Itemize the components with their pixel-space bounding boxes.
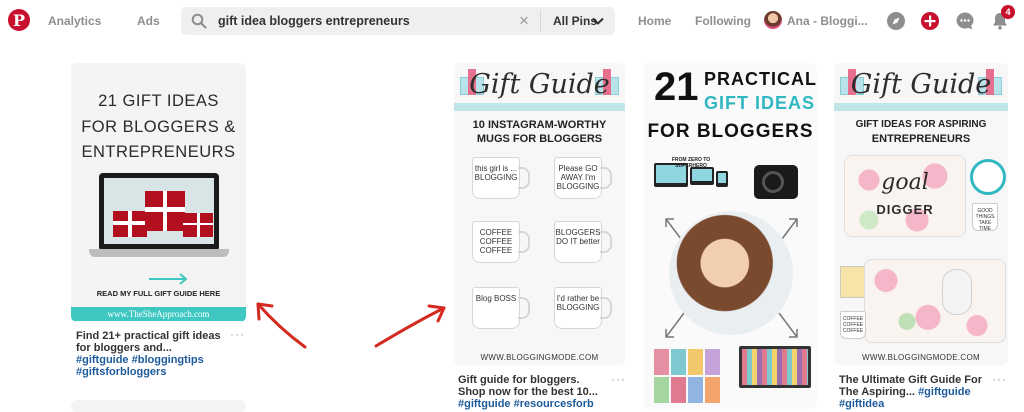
- pin-image-number: 21: [654, 65, 699, 109]
- pin-card-21-gift-ideas[interactable]: 21 GIFT IDEAS FOR BLOGGERS & ENTREPRENEU…: [71, 63, 246, 322]
- case-text: goal: [881, 170, 929, 195]
- course-label: FROM ZERO TO SUPERHERO: [671, 157, 711, 169]
- nav-home-link[interactable]: Home: [638, 14, 671, 28]
- planner-thumbnail: [671, 377, 686, 403]
- arrow-right-icon: [149, 273, 188, 285]
- pin-image-title-line: FOR BLOGGERS &: [81, 118, 236, 136]
- blogger-photo: [669, 211, 793, 335]
- more-options-icon[interactable]: ···: [611, 372, 626, 386]
- top-navigation-bar: P Analytics Ads gift idea bloggers entre…: [0, 0, 1024, 42]
- pin-hashtags[interactable]: #giftguide #resourcesforb: [458, 398, 594, 410]
- planner-thumbnail: [705, 377, 720, 403]
- pin-card-entrepreneur-gift-guide[interactable]: Gift Guide GIFT IDEAS FOR ASPIRING ENTRE…: [834, 63, 1008, 365]
- gift-guide-header: Gift Guide: [834, 63, 1008, 111]
- mug-image: this girl is ... BLOGGING: [472, 157, 530, 199]
- mug-image: GOOD THINGS TAKE TIME: [972, 203, 998, 232]
- more-options-icon[interactable]: ···: [992, 372, 1007, 386]
- gift-guide-script-title: Gift Guide: [850, 69, 992, 100]
- profile-name-link[interactable]: Ana - Bloggi...: [787, 14, 868, 28]
- mug-image: COFFEE COFFEE COFFEE: [840, 311, 866, 339]
- mouse-image: [942, 269, 972, 315]
- pin-description[interactable]: Find 21+ practical gift ideas for blogge…: [76, 330, 226, 378]
- notification-count-badge: 4: [1001, 5, 1015, 19]
- pin-card-partial[interactable]: [71, 400, 246, 412]
- red-arrow-annotation: [256, 302, 307, 349]
- gift-guide-header: Gift Guide: [454, 63, 625, 111]
- pin-image-title-line: 21 GIFT IDEAS: [98, 92, 219, 110]
- header-band: [834, 103, 1008, 111]
- pinterest-logo-icon[interactable]: P: [8, 9, 30, 31]
- chat-icon[interactable]: [955, 11, 975, 31]
- pin-image-subtitle: ENTREPRENEURS: [871, 133, 971, 145]
- planner-thumbnail: [688, 377, 703, 403]
- search-input[interactable]: gift idea bloggers entrepreneurs: [218, 14, 410, 28]
- planner-thumbnail: [671, 349, 686, 375]
- gift-guide-script-title: Gift Guide: [469, 69, 610, 100]
- pin-image-subtitle: GIFT IDEAS FOR ASPIRING: [855, 119, 987, 130]
- pin-description[interactable]: The Ultimate Gift Guide For The Aspiring…: [839, 374, 989, 410]
- pin-image-cta: READ MY FULL GIFT GUIDE HERE: [96, 289, 221, 298]
- tablet-image: [690, 167, 714, 185]
- planner-thumbnail: [688, 349, 703, 375]
- nav-ads-link[interactable]: Ads: [137, 14, 160, 28]
- laptop-case-image: goal DIGGER: [844, 155, 966, 237]
- divider: [540, 10, 541, 32]
- monitor-image: [739, 346, 811, 388]
- pin-image-title-line: GIFT IDEAS: [704, 93, 816, 113]
- search-icon: [191, 13, 207, 29]
- nav-following-link[interactable]: Following: [695, 14, 751, 28]
- gift-box-image: [145, 191, 185, 231]
- pin-description-text: Find 21+ practical gift ideas for blogge…: [76, 330, 221, 354]
- mug-image: BLOGGERS DO IT better: [554, 221, 612, 263]
- pin-hashtags[interactable]: #giftguide #bloggingtips #giftsforblogge…: [76, 354, 204, 378]
- pin-image-subtitle: 10 INSTAGRAM-WORTHY: [472, 119, 607, 131]
- planner-thumbnail: [654, 349, 669, 375]
- pin-card-mugs-gift-guide[interactable]: Gift Guide 10 INSTAGRAM-WORTHY MUGS FOR …: [454, 63, 625, 365]
- gift-box-image: [113, 211, 147, 237]
- more-options-icon[interactable]: ···: [230, 327, 245, 341]
- pin-description[interactable]: Gift guide for bloggers. Shop now for th…: [458, 374, 606, 410]
- plus-icon[interactable]: [920, 11, 940, 31]
- pin-card-21-practical-gift-ideas[interactable]: 21 PRACTICAL GIFT IDEAS FOR BLOGGERS FRO…: [644, 63, 817, 409]
- clear-search-icon[interactable]: ×: [519, 11, 529, 31]
- pin-image-site: WWW.BLOGGINGMODE.COM: [862, 353, 980, 362]
- notebook-image: [840, 266, 866, 298]
- search-bar[interactable]: gift idea bloggers entrepreneurs × All P…: [181, 7, 615, 35]
- planner-thumbnail: [705, 349, 720, 375]
- mug-image: COFFEE COFFEE COFFEE: [472, 221, 530, 263]
- planner-thumbnail: [654, 377, 669, 403]
- mug-image: Blog BOSS: [472, 287, 530, 329]
- pin-image-site: www.TheSheApproach.com: [71, 307, 246, 321]
- all-pins-filter-dropdown[interactable]: All Pins: [553, 14, 597, 28]
- mouse-pad-image: [864, 259, 1006, 343]
- pin-description-text: Gift guide for bloggers. Shop now for th…: [458, 374, 598, 398]
- pin-image-subtitle: MUGS FOR BLOGGERS: [476, 133, 603, 145]
- pin-image-title-line: ENTREPRENEURS: [81, 143, 236, 161]
- pin-image-title-line: FOR BLOGGERS: [647, 121, 814, 142]
- red-arrow-annotation: [374, 304, 446, 348]
- nav-analytics-link[interactable]: Analytics: [48, 14, 101, 28]
- pin-image-site: WWW.BLOGGINGMODE.COM: [480, 353, 599, 362]
- avatar[interactable]: [764, 11, 782, 29]
- header-band: [454, 103, 625, 111]
- clock-image: [970, 159, 1006, 195]
- pin-image-title-line: PRACTICAL: [704, 69, 817, 89]
- laptop-base: [89, 249, 229, 257]
- phone-image: [716, 171, 728, 187]
- mug-image: I'd rather be BLOGGING: [554, 287, 612, 329]
- compass-icon[interactable]: [886, 11, 906, 31]
- gift-box-image: [183, 213, 213, 237]
- mug-image: Please GO AWAY I'm BLOGGING: [554, 157, 612, 199]
- case-text: DIGGER: [876, 202, 934, 217]
- chevron-down-icon[interactable]: [592, 15, 604, 27]
- camera-image: [754, 165, 798, 199]
